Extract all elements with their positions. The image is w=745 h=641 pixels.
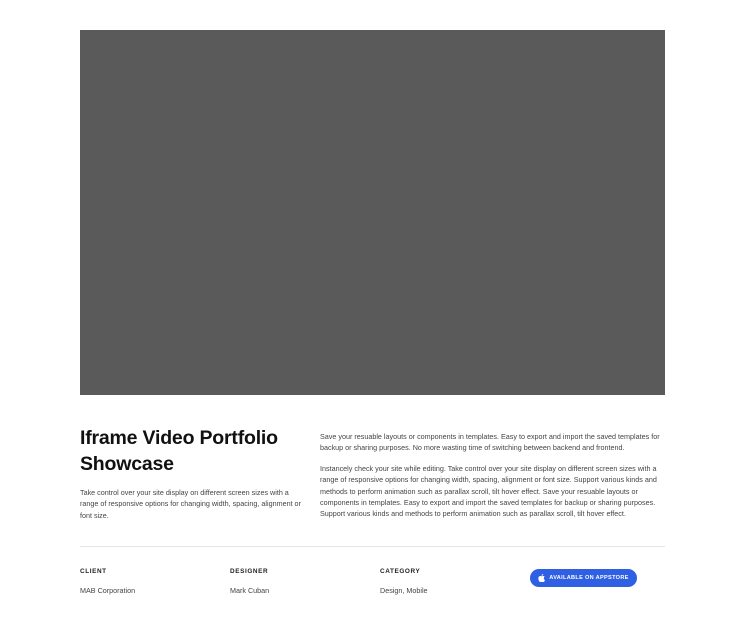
client-value: MAB Corporation [80,586,136,595]
portfolio-intro: Take control over your site display on d… [80,488,301,520]
video-iframe[interactable] [80,30,665,395]
description-paragraph-1: Save your resuable layouts or components… [320,432,660,453]
description-paragraph-2: Instancely check your site while editing… [320,464,657,519]
appstore-button[interactable]: AVAILABLE ON APPSTORE [530,569,637,587]
category-label: CATEGORY [380,568,421,575]
divider [80,546,665,547]
category-value: Design, Mobile [380,586,428,595]
portfolio-title: Iframe Video Portfolio Showcase [80,427,278,475]
designer-value: Mark Cuban [230,586,270,595]
appstore-button-label: AVAILABLE ON APPSTORE [549,575,629,581]
apple-icon [538,574,546,582]
designer-label: DESIGNER [230,568,269,575]
client-label: CLIENT [80,568,107,575]
